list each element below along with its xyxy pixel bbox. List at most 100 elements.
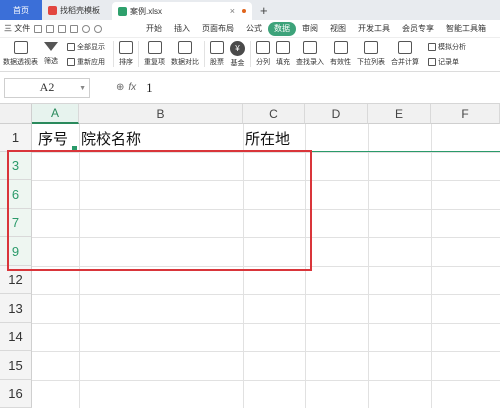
quick-access: 三 文件 [0, 23, 140, 34]
compare-label: 数据对比 [171, 59, 199, 66]
yen-coin-icon: ¥ [230, 41, 245, 56]
compare-icon [178, 41, 192, 54]
validation-icon [333, 41, 348, 54]
formula-input[interactable]: 1 [146, 80, 153, 96]
menu-home[interactable]: 开始 [140, 22, 168, 36]
record-form-label: 记录单 [438, 59, 459, 66]
menu-insert[interactable]: 插入 [168, 22, 196, 36]
highlight-box [7, 150, 312, 271]
gridline [32, 380, 500, 381]
dropdown-list-button[interactable]: 下拉列表 [354, 41, 388, 67]
tab-bar: 首页 找稻壳模板 案例.xlsx × + [0, 0, 500, 20]
row-header-13[interactable]: 13 [0, 294, 32, 323]
gridline [32, 294, 500, 295]
fund-label: 基金 [230, 60, 245, 67]
validation-button[interactable]: 有效性 [327, 41, 354, 67]
menu-smart-tools[interactable]: 智能工具箱 [440, 22, 492, 36]
ribbon-divider [250, 41, 251, 67]
what-if-label: 模拟分析 [438, 44, 466, 51]
duplicates-button[interactable]: 重复项 [141, 41, 168, 67]
spreadsheet-icon [118, 6, 127, 16]
sort-button[interactable]: 排序 [116, 41, 136, 67]
cell-a1[interactable]: 序号 [38, 128, 68, 149]
filter-button[interactable]: 筛选 [41, 41, 61, 66]
lookup-icon [303, 41, 317, 54]
column-header-b[interactable]: B [79, 104, 243, 124]
column-header-c[interactable]: C [243, 104, 305, 124]
tab-template[interactable]: 找稻壳模板 [42, 0, 112, 20]
filter-options: 全部显示 重新应用 [61, 41, 111, 68]
menu-page-layout[interactable]: 页面布局 [196, 22, 240, 36]
fill-label: 填充 [276, 59, 290, 66]
duplicates-icon [147, 41, 162, 54]
reapply-button[interactable]: 重新应用 [64, 56, 108, 68]
spreadsheet-grid: A B C D E F 1 3 6 7 9 12 13 14 15 16 序号 … [0, 104, 500, 408]
cell-reference: A2 [39, 80, 55, 94]
tab-workbook[interactable]: 案例.xlsx × [112, 2, 252, 20]
tab-home[interactable]: 首页 [0, 0, 42, 20]
duplicates-label: 重复项 [144, 59, 165, 66]
save-icon[interactable] [34, 24, 43, 33]
menu-developer[interactable]: 开发工具 [352, 22, 396, 36]
preview-icon[interactable] [70, 24, 79, 33]
dropdown-list-label: 下拉列表 [357, 59, 385, 66]
cell-c1[interactable]: 所在地 [245, 128, 290, 149]
split-button[interactable]: 分列 [253, 41, 273, 67]
file-menu[interactable]: 三 文件 [4, 23, 30, 34]
menu-review[interactable]: 审阅 [296, 22, 324, 36]
menu-formula[interactable]: 公式 [240, 22, 268, 36]
redo-icon[interactable] [94, 24, 103, 33]
lookup-label: 查找录入 [296, 59, 324, 66]
plus-icon: + [260, 2, 268, 18]
chevron-down-icon[interactable]: ▼ [79, 84, 86, 92]
close-icon[interactable]: × [230, 6, 235, 16]
menu-bar: 三 文件 开始 插入 页面布局 公式 数据 审阅 视图 开发工具 会员专享 智能… [0, 20, 500, 38]
unsaved-dot-icon [242, 9, 246, 13]
row-header-15[interactable]: 15 [0, 351, 32, 380]
record-form-button[interactable]: 记录单 [425, 56, 469, 68]
row-header-1[interactable]: 1 [0, 124, 32, 152]
new-tab-button[interactable]: + [252, 0, 276, 20]
what-if-button[interactable]: 模拟分析 [425, 41, 469, 53]
pivot-table-button[interactable]: 数据透视表 [0, 41, 41, 67]
fill-button[interactable]: 填充 [273, 41, 293, 67]
tab-template-label: 找稻壳模板 [60, 5, 100, 15]
sort-label: 排序 [119, 59, 133, 66]
open-icon[interactable] [46, 24, 55, 33]
consolidate-button[interactable]: 合并计算 [388, 41, 422, 67]
select-all-corner[interactable] [0, 104, 32, 124]
row-header-16[interactable]: 16 [0, 380, 32, 408]
tab-home-label: 首页 [13, 5, 29, 15]
menu-view[interactable]: 视图 [324, 22, 352, 36]
column-header-f[interactable]: F [431, 104, 500, 124]
ribbon-divider [138, 41, 139, 67]
lookup-button[interactable]: 查找录入 [293, 41, 327, 67]
fx-icon[interactable]: fx [128, 82, 136, 93]
cell-b1[interactable]: 院校名称 [81, 128, 141, 149]
fill-icon [276, 41, 290, 54]
reapply-icon [67, 58, 75, 66]
what-if-icon [428, 43, 436, 51]
column-header-a[interactable]: A [32, 104, 79, 124]
show-all-icon [67, 43, 75, 51]
fund-button[interactable]: ¥ 基金 [227, 41, 248, 68]
menu-tabs: 开始 插入 页面布局 公式 数据 审阅 视图 开发工具 会员专享 智能工具箱 [140, 21, 492, 36]
gridline [32, 323, 500, 324]
column-header-e[interactable]: E [368, 104, 431, 124]
row-header-14[interactable]: 14 [0, 323, 32, 351]
stock-chart-icon [210, 41, 224, 54]
print-icon[interactable] [58, 24, 67, 33]
compare-button[interactable]: 数据对比 [168, 41, 202, 67]
split-icon [256, 41, 270, 54]
show-all-button[interactable]: 全部显示 [64, 41, 108, 53]
zoom-search-icon[interactable]: ⊕ [116, 82, 124, 93]
reapply-label: 重新应用 [77, 59, 105, 66]
menu-data[interactable]: 数据 [268, 21, 296, 36]
tab-workbook-label: 案例.xlsx [130, 6, 162, 16]
stock-label: 股票 [210, 59, 224, 66]
name-box[interactable]: A2 ▼ [4, 77, 90, 98]
column-header-d[interactable]: D [305, 104, 368, 124]
undo-icon[interactable] [82, 24, 91, 33]
menu-member[interactable]: 会员专享 [396, 22, 440, 36]
stock-button[interactable]: 股票 [207, 41, 227, 67]
